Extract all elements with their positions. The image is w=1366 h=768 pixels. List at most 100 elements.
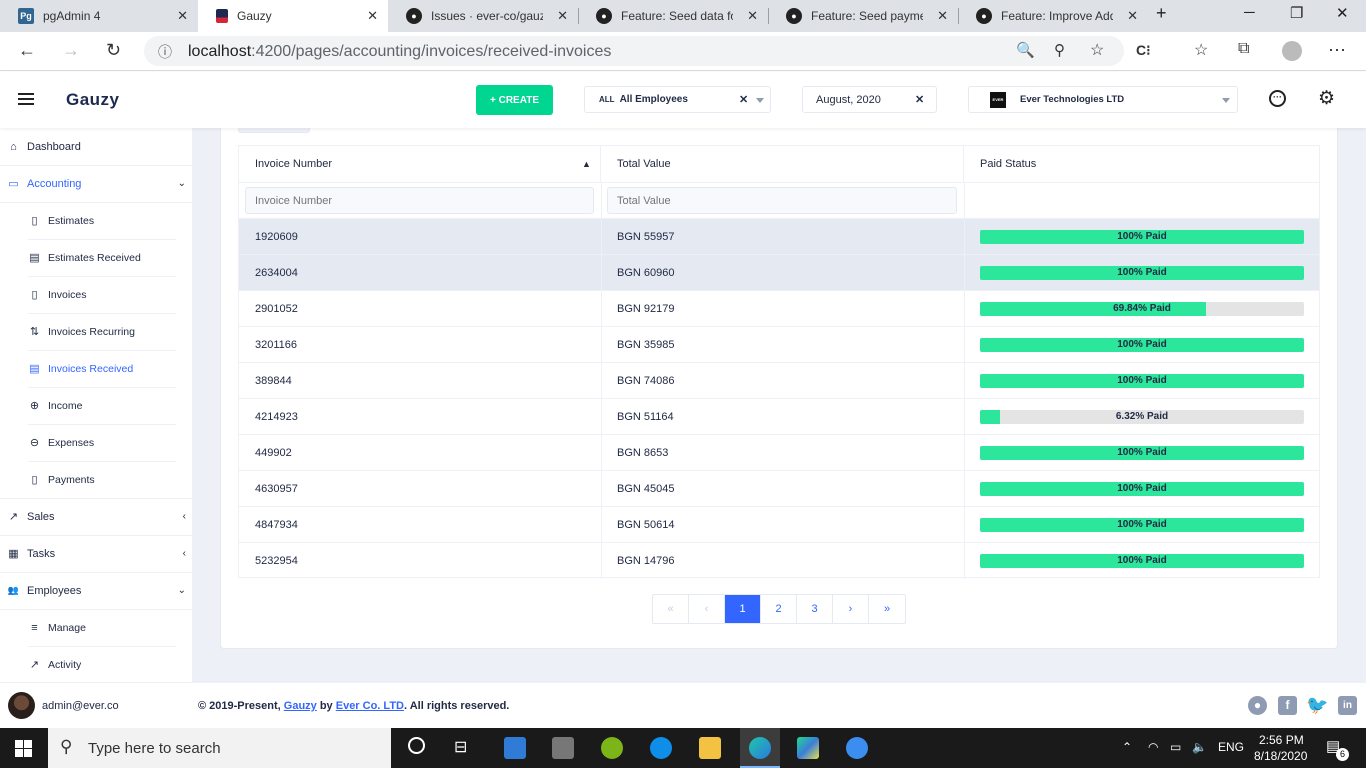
clock-time[interactable]: 2:56 PM <box>1259 733 1304 747</box>
sort-asc-icon[interactable]: ▲ <box>582 146 591 182</box>
new-tab-icon[interactable]: + <box>1156 3 1167 24</box>
table-row[interactable]: 5232954 BGN 14796 100% Paid <box>239 542 1319 579</box>
invoice-number-filter[interactable] <box>245 187 594 214</box>
clock-date[interactable]: 8/18/2020 <box>1254 749 1307 763</box>
close-icon[interactable]: ✕ <box>367 8 378 24</box>
collections-icon[interactable]: ⧉ <box>1238 40 1249 58</box>
sidebar-item-accounting[interactable]: ▭ Accounting ⌄ <box>0 165 192 202</box>
app-icon[interactable] <box>504 737 526 759</box>
clear-icon[interactable]: ✕ <box>739 93 748 106</box>
table-row[interactable]: 389844 BGN 74086 100% Paid <box>239 362 1319 399</box>
twitter-icon[interactable]: 🐦 <box>1306 696 1328 715</box>
volume-icon[interactable]: 🔈 <box>1192 740 1207 754</box>
app-icon[interactable] <box>846 737 868 759</box>
app-icon[interactable] <box>601 737 623 759</box>
back-icon[interactable]: ← <box>18 40 36 61</box>
table-row[interactable]: 4214923 BGN 51164 6.32% Paid <box>239 398 1319 435</box>
more-icon[interactable]: ⋯ <box>1328 40 1346 61</box>
sidebar-item-income[interactable]: ⊕ Income <box>0 387 192 424</box>
menu-toggle-icon[interactable] <box>18 93 34 105</box>
close-icon[interactable]: ✕ <box>1127 8 1138 24</box>
table-row[interactable]: 4847934 BGN 50614 100% Paid <box>239 506 1319 543</box>
cortana-icon[interactable] <box>408 737 425 754</box>
date-selector[interactable]: August, 2020 ✕ <box>802 86 937 113</box>
info-icon[interactable]: ⓘ <box>158 42 172 62</box>
table-row[interactable]: 4630957 BGN 45045 100% Paid <box>239 470 1319 507</box>
gauzy-link[interactable]: Gauzy <box>284 700 317 712</box>
total-value-filter[interactable] <box>607 187 957 214</box>
facebook-icon[interactable]: f <box>1278 696 1297 715</box>
close-window-icon[interactable]: ✕ <box>1336 4 1349 22</box>
sidebar-item-estimates-received[interactable]: ▤ Estimates Received <box>0 239 192 276</box>
column-header-invoice-number[interactable]: Invoice Number ▲ <box>239 146 601 182</box>
taskbar-search[interactable]: ⚲ Type here to search <box>48 728 391 768</box>
reload-icon[interactable]: ↻ <box>106 40 121 61</box>
table-row[interactable]: 3201166 BGN 35985 100% Paid <box>239 326 1319 363</box>
teamviewer-icon[interactable] <box>650 737 672 759</box>
sidebar-item-dashboard[interactable]: ⌂ Dashboard <box>0 128 192 165</box>
table-row[interactable]: 2901052 BGN 92179 69.84% Paid <box>239 290 1319 327</box>
sidebar-item-tasks[interactable]: ▦ Tasks ‹ <box>0 535 192 572</box>
sidebar-item-expenses[interactable]: ⊖ Expenses <box>0 424 192 461</box>
page-1-button[interactable]: 1 <box>725 595 761 623</box>
column-header-paid-status[interactable]: Paid Status <box>964 146 1319 182</box>
close-icon[interactable]: ✕ <box>177 8 188 24</box>
create-button[interactable]: + CREATE <box>476 85 553 115</box>
chat-icon[interactable]: ··· <box>1269 90 1286 107</box>
windows-start-icon[interactable] <box>15 740 32 757</box>
avatar[interactable] <box>8 692 35 719</box>
close-icon[interactable]: ✕ <box>937 8 948 24</box>
table-row[interactable]: 449902 BGN 8653 100% Paid <box>239 434 1319 471</box>
ever-co-link[interactable]: Ever Co. LTD <box>336 700 404 712</box>
logo[interactable]: Gauzy <box>66 90 120 110</box>
forward-icon[interactable]: → <box>62 40 80 61</box>
close-icon[interactable]: ✕ <box>557 8 568 24</box>
chevron-down-icon[interactable] <box>1222 98 1230 103</box>
sidebar-item-invoices[interactable]: ▯ Invoices <box>0 276 192 313</box>
language-indicator[interactable]: ENG <box>1218 740 1244 754</box>
prev-page-button[interactable]: ‹ <box>689 595 725 623</box>
gear-icon[interactable]: ⚙ <box>1318 87 1335 110</box>
first-page-button[interactable]: « <box>653 595 689 623</box>
column-header-total-value[interactable]: Total Value <box>601 146 964 182</box>
tab-pgadmin[interactable]: Pg pgAdmin 4 ✕ <box>0 0 198 32</box>
sidebar-item-activity[interactable]: ↗ Activity <box>0 646 192 682</box>
chevron-up-icon[interactable]: ⌃ <box>1122 740 1132 754</box>
battery-icon[interactable]: ▭ <box>1170 740 1181 754</box>
sidebar-item-invoices-recurring[interactable]: ⇅ Invoices Recurring <box>0 313 192 350</box>
edge-icon[interactable] <box>749 737 771 759</box>
page-2-button[interactable]: 2 <box>761 595 797 623</box>
next-page-button[interactable]: › <box>833 595 869 623</box>
zoom-icon[interactable]: 🔍 <box>1016 41 1035 59</box>
sidebar-item-estimates[interactable]: ▯ Estimates <box>0 202 192 239</box>
profile-icon[interactable] <box>1282 41 1302 61</box>
chevron-down-icon[interactable] <box>756 98 764 103</box>
minimize-icon[interactable]: ─ <box>1244 4 1255 21</box>
page-3-button[interactable]: 3 <box>797 595 833 623</box>
sidebar-item-employees[interactable]: 👥 Employees ⌄ <box>0 572 192 609</box>
extension-icon[interactable]: C⁝ <box>1136 42 1151 59</box>
employee-selector[interactable]: ALL All Employees ✕ <box>584 86 771 113</box>
clear-icon[interactable]: ✕ <box>915 93 924 106</box>
restore-icon[interactable]: ❐ <box>1290 4 1303 22</box>
file-explorer-icon[interactable] <box>699 737 721 759</box>
toolbar-button-stub[interactable] <box>238 128 310 133</box>
linkedin-icon[interactable]: in <box>1338 696 1357 715</box>
tab-gauzy[interactable]: Gauzy ✕ <box>198 0 388 32</box>
sidebar-item-sales[interactable]: ↗ Sales ‹ <box>0 498 192 535</box>
table-row[interactable]: 1920609 BGN 55957 100% Paid <box>239 218 1319 255</box>
app-icon[interactable] <box>552 737 574 759</box>
organization-selector[interactable]: EVER Ever Technologies LTD <box>968 86 1238 113</box>
last-page-button[interactable]: » <box>869 595 905 623</box>
wifi-icon[interactable]: ◠ <box>1148 740 1158 754</box>
sidebar-item-invoices-received[interactable]: ▤ Invoices Received <box>0 350 192 387</box>
sidebar-item-manage[interactable]: ≡ Manage <box>0 609 192 646</box>
close-icon[interactable]: ✕ <box>747 8 758 24</box>
table-row[interactable]: 2634004 BGN 60960 100% Paid <box>239 254 1319 291</box>
star-icon[interactable]: ☆ <box>1090 40 1104 60</box>
tab-seed-data[interactable]: ● Feature: Seed data for T ✕ <box>578 0 768 32</box>
task-view-icon[interactable]: ⊟ <box>454 737 467 757</box>
favorites-icon[interactable]: ☆ <box>1194 40 1208 60</box>
github-icon[interactable]: ● <box>1248 696 1267 715</box>
search-icon[interactable]: ⚲ <box>1054 41 1065 59</box>
